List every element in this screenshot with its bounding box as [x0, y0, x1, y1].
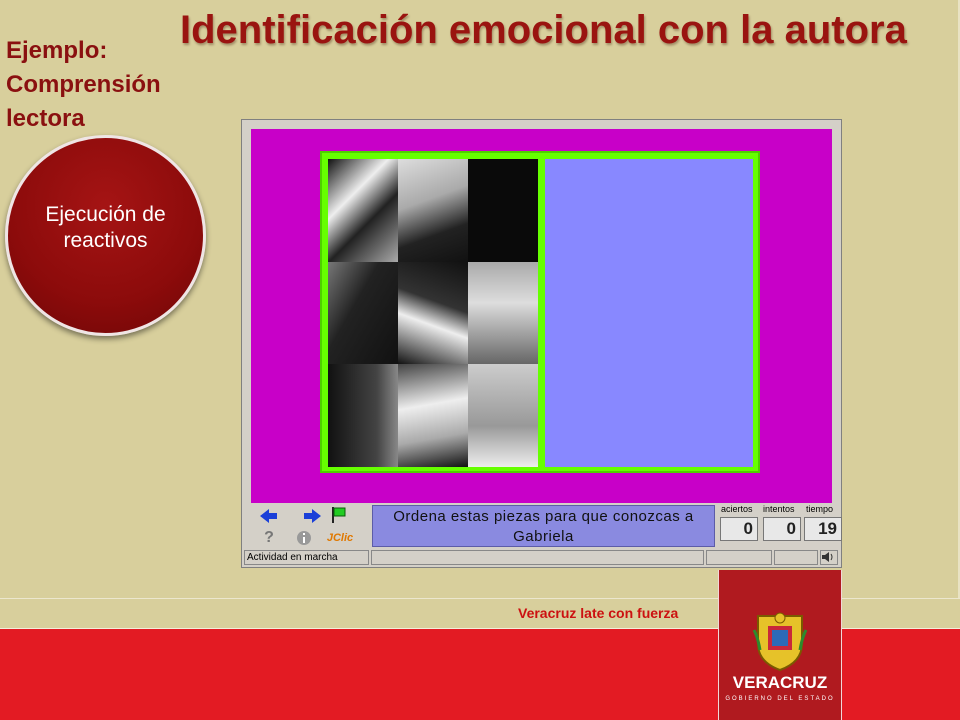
- logo-wordmark: VERACRUZ: [732, 673, 828, 692]
- execution-circle-badge: Ejecución de reactivos: [5, 135, 206, 336]
- puzzle-divider: [538, 153, 545, 471]
- status-text: Actividad en marcha: [244, 550, 369, 565]
- jclic-toolbar: ? JClic Ordena estas piezas para que con…: [251, 503, 842, 551]
- sound-icon[interactable]: [820, 550, 838, 565]
- tiempo-counter: 19: [804, 517, 842, 541]
- help-icon[interactable]: ?: [259, 528, 279, 548]
- activity-board: [251, 129, 832, 503]
- puzzle-piece[interactable]: [398, 261, 468, 365]
- tiempo-label: tiempo: [806, 504, 834, 514]
- puzzle-piece[interactable]: [328, 364, 398, 467]
- puzzle-piece[interactable]: [468, 261, 538, 365]
- jclic-logo[interactable]: JClic: [325, 528, 355, 548]
- subtitle-line-2: Comprensión: [6, 71, 161, 98]
- puzzle-piece[interactable]: [398, 159, 468, 262]
- status-cell-empty: [371, 550, 704, 565]
- puzzle-piece[interactable]: [468, 159, 538, 262]
- jclic-window: ? JClic Ordena estas piezas para que con…: [241, 119, 842, 568]
- arrow-left-icon[interactable]: [259, 506, 279, 526]
- slide-subtitle: Ejemplo: Comprensión lectora: [6, 34, 226, 136]
- puzzle-piece[interactable]: [328, 261, 398, 365]
- arrow-right-icon[interactable]: [303, 506, 323, 526]
- veracruz-logo: VERACRUZ GOBIERNO DEL ESTADO: [718, 570, 842, 720]
- slide-title: Identificación emocional con la autora: [180, 8, 907, 52]
- puzzle-target-area[interactable]: [545, 159, 753, 467]
- intentos-label: intentos: [763, 504, 795, 514]
- puzzle-piece[interactable]: [468, 364, 538, 467]
- circle-label: Ejecución de reactivos: [45, 202, 166, 252]
- status-bar: Actividad en marcha: [244, 550, 839, 566]
- aciertos-counter: 0: [720, 517, 758, 541]
- puzzle-frame: [320, 151, 760, 473]
- status-cell-empty: [774, 550, 818, 565]
- coat-of-arms-icon: [752, 612, 808, 672]
- activity-message: Ordena estas piezas para que conozcas a …: [372, 505, 715, 547]
- puzzle-piece[interactable]: [328, 159, 398, 262]
- footer-slogan: Veracruz late con fuerza: [518, 605, 679, 621]
- puzzle-source-grid: [328, 159, 538, 467]
- info-icon[interactable]: [294, 528, 314, 548]
- status-cell-empty: [706, 550, 772, 565]
- intentos-counter: 0: [763, 517, 801, 541]
- subtitle-line-3: lectora: [6, 105, 85, 132]
- puzzle-piece[interactable]: [398, 364, 468, 467]
- logo-subtext: GOBIERNO DEL ESTADO: [725, 696, 835, 702]
- aciertos-label: aciertos: [721, 504, 753, 514]
- subtitle-line-1: Ejemplo:: [6, 37, 108, 64]
- flag-icon[interactable]: [329, 505, 349, 525]
